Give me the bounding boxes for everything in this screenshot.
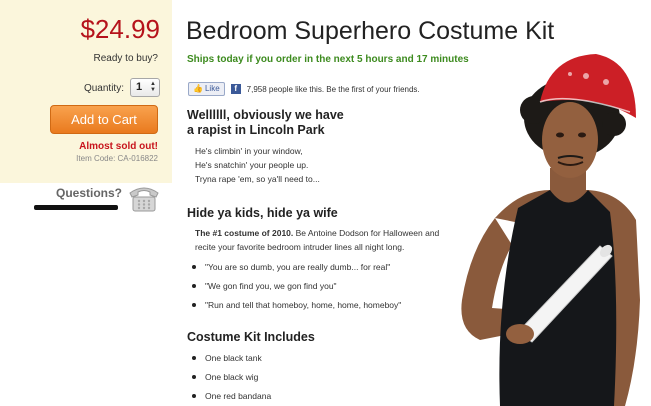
lyric-line: Tryna rape 'em, so ya'll need to...	[195, 174, 320, 184]
kit-item-text: One black tank	[205, 353, 262, 363]
quote-list-item: "You are so dumb, you are really dumb...…	[192, 262, 390, 272]
bullet-icon	[192, 394, 196, 398]
like-count-text: 7,958 people like this. Be the first of …	[246, 84, 420, 94]
quantity-label: Quantity:	[83, 83, 124, 94]
costume-model-image	[461, 54, 640, 406]
lyric-line: He's climbin' in your window,	[195, 146, 303, 156]
buy-box: $24.99 Ready to buy? Quantity: 1 ▲ ▼ Add …	[0, 0, 172, 183]
bullet-icon	[192, 303, 196, 307]
add-to-cart-button[interactable]: Add to Cart	[50, 105, 158, 134]
heading-line-1: Wellllll, obviously we have	[187, 108, 344, 122]
section-heading-kit-includes: Costume Kit Includes	[187, 330, 315, 344]
facebook-icon: f	[230, 84, 241, 94]
phone-icon	[129, 187, 159, 212]
bullet-icon	[192, 265, 196, 269]
section-heading-lincoln-park: Wellllll, obviously we have a rapist in …	[187, 108, 344, 138]
bullet-icon	[192, 356, 196, 360]
description-bold: The #1 costume of 2010.	[195, 228, 294, 238]
item-code: Item Code: CA-016822	[76, 154, 158, 163]
almost-sold-out-label: Almost sold out!	[79, 141, 158, 152]
heading-line-2: a rapist in Lincoln Park	[187, 123, 325, 137]
price: $24.99	[80, 14, 160, 44]
questions-label: Questions?	[56, 186, 123, 200]
facebook-like-button[interactable]: 👍 Like	[188, 82, 225, 96]
kit-item-text: One black wig	[205, 372, 259, 382]
facebook-like-row: 👍 Like f 7,958 people like this. Be the …	[188, 82, 420, 96]
like-button-label: Like	[204, 84, 220, 93]
thumbs-up-icon: 👍	[193, 84, 203, 93]
quote-text: "Run and tell that homeboy, home, home, …	[205, 300, 402, 310]
section-heading-hide-ya-kids: Hide ya kids, hide ya wife	[187, 206, 338, 220]
quantity-value: 1	[136, 81, 143, 93]
kit-list-item: One red bandana	[192, 391, 271, 401]
quote-text: "You are so dumb, you are really dumb...…	[205, 262, 391, 272]
quote-list-item: "Run and tell that homeboy, home, home, …	[192, 300, 401, 310]
lyric-line: He's snatchin' your people up.	[195, 160, 309, 170]
kit-item-text: One red bandana	[205, 391, 272, 401]
quote-list-item: "We gon find you, we gon find you"	[192, 281, 337, 291]
bullet-icon	[192, 284, 196, 288]
updown-arrows-icon: ▲ ▼	[150, 81, 156, 93]
ready-to-buy-label: Ready to buy?	[93, 53, 159, 64]
quantity-select[interactable]: 1 ▲ ▼	[130, 78, 160, 97]
kit-list-item: One black wig	[192, 372, 258, 382]
bullet-icon	[192, 375, 196, 379]
redacted-phone-number	[34, 205, 118, 210]
quote-text: "We gon find you, we gon find you"	[205, 281, 337, 291]
kit-list-item: One black tank	[192, 353, 262, 363]
